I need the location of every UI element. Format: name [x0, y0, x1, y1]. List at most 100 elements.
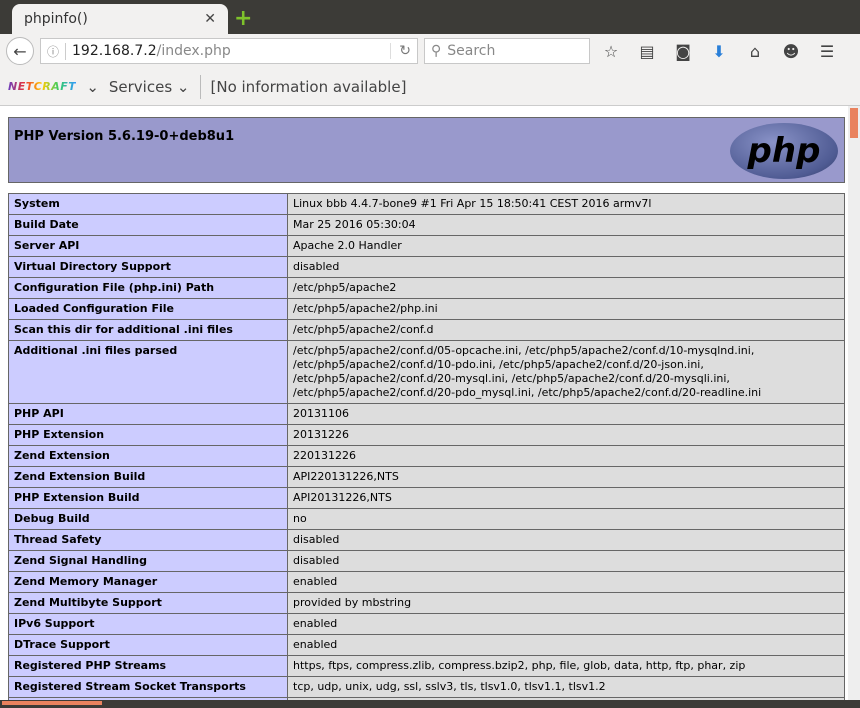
url-bar[interactable]: ⓘ 192.168.7.2/index.php ↻	[40, 38, 418, 64]
php-logo: php	[730, 123, 838, 179]
row-value: enabled	[287, 613, 845, 635]
row-key: Loaded Configuration File	[8, 298, 288, 320]
table-row: PHP API 20131106	[8, 403, 845, 425]
table-row: Thread Safety disabled	[8, 529, 845, 551]
row-key: Zend Extension Build	[8, 466, 288, 488]
table-row: Additional .ini files parsed/etc/php5/ap…	[8, 340, 845, 404]
row-key: Virtual Directory Support	[8, 256, 288, 278]
nav-bar: ← ⓘ 192.168.7.2/index.php ↻ ⚲ Search ☆ ▤…	[0, 34, 860, 68]
back-icon[interactable]: ←	[6, 37, 34, 65]
services-menu[interactable]: Services ⌄	[109, 78, 190, 96]
table-row: DTrace Support enabled	[8, 634, 845, 656]
netcraft-toolbar: NETCRAFT ⌄ Services ⌄ [No information av…	[0, 68, 860, 106]
row-key: Registered PHP Streams	[8, 655, 288, 677]
row-key: Registered Stream Socket Transports	[8, 676, 288, 698]
row-value: Linux bbb 4.4.7-bone9 #1 Fri Apr 15 18:5…	[287, 193, 845, 215]
table-row: Loaded Configuration File/etc/php5/apach…	[8, 298, 845, 320]
url-host: 192.168.7.2	[72, 43, 157, 59]
table-row: Debug Build no	[8, 508, 845, 530]
row-value: API20131226,NTS	[287, 487, 845, 509]
info-icon[interactable]: ⓘ	[47, 42, 67, 60]
row-value: 20131106	[287, 403, 845, 425]
reading-list-icon[interactable]: ▤	[632, 42, 662, 61]
bookmark-star-icon[interactable]: ☆	[596, 42, 626, 61]
row-key: Scan this dir for additional .ini files	[8, 319, 288, 341]
table-row: Zend Signal Handling disabled	[8, 550, 845, 572]
row-value: disabled	[287, 529, 845, 551]
close-tab-icon[interactable]: ✕	[204, 11, 216, 27]
table-row: Scan this dir for additional .ini files /…	[8, 319, 845, 341]
table-row: Zend Memory Manager enabled	[8, 571, 845, 593]
row-value: /etc/php5/apache2	[287, 277, 845, 299]
page-content: PHP Version 5.6.19-0+deb8u1 php System Li…	[0, 106, 848, 700]
row-key: Build Date	[8, 214, 288, 236]
row-key: Additional .ini files parsed	[8, 340, 288, 404]
services-label: Services	[108, 77, 173, 96]
table-row: Zend Extension Build API220131226,NTS	[8, 466, 845, 488]
scrollbar[interactable]	[848, 106, 860, 700]
row-key: Server API	[8, 235, 288, 257]
table-row: Configuration File (php.ini) Path/etc/ph…	[8, 277, 845, 299]
horizontal-scrollbar[interactable]	[0, 700, 860, 708]
horizontal-scrollbar-thumb[interactable]	[2, 701, 102, 705]
url-path: /index.php	[156, 43, 231, 59]
row-key: Zend Signal Handling	[8, 550, 288, 572]
row-value: disabled	[287, 256, 845, 278]
netcraft-logo[interactable]: NETCRAFT	[8, 80, 76, 93]
search-input[interactable]: ⚲ Search	[424, 38, 590, 64]
row-key: Configuration File (php.ini) Path	[8, 277, 288, 299]
row-key: IPv6 Support	[8, 613, 288, 635]
tab-bar: phpinfo() ✕ +	[0, 0, 860, 34]
reload-icon[interactable]: ↻	[390, 43, 411, 59]
row-value: 220131226	[287, 445, 845, 467]
info-table: System Linux bbb 4.4.7-bone9 #1 Fri Apr 1…	[8, 193, 845, 700]
table-row: Registered Stream Socket Transports tcp, …	[8, 676, 845, 698]
search-icon: ⚲	[431, 43, 442, 59]
table-row: PHP Extension Build API20131226,NTS	[8, 487, 845, 509]
row-value: /etc/php5/apache2/conf.d	[287, 319, 845, 341]
scrollbar-thumb[interactable]	[850, 108, 858, 138]
row-key: Zend Extension	[8, 445, 288, 467]
table-row: System Linux bbb 4.4.7-bone9 #1 Fri Apr 1…	[8, 193, 845, 215]
pocket-icon[interactable]: ◙	[668, 42, 698, 61]
tab-title: phpinfo()	[24, 11, 88, 27]
row-key: PHP Extension	[8, 424, 288, 446]
row-value: 20131226	[287, 424, 845, 446]
row-key: Zend Memory Manager	[8, 571, 288, 593]
tab-phpinfo[interactable]: phpinfo() ✕	[12, 4, 228, 34]
table-row: IPv6 Support enabled	[8, 613, 845, 635]
table-row: Registered PHP Streams https, ftps, compr…	[8, 655, 845, 677]
row-value: /etc/php5/apache2/php.ini	[287, 298, 845, 320]
row-value: no	[287, 508, 845, 530]
smiley-icon[interactable]: ☻	[776, 42, 806, 61]
home-icon[interactable]: ⌂	[740, 42, 770, 61]
table-row: Server API Apache 2.0 Handler	[8, 235, 845, 257]
table-row: Virtual Directory Support disabled	[8, 256, 845, 278]
table-row: Zend Extension 220131226	[8, 445, 845, 467]
row-value: https, ftps, compress.zlib, compress.bzi…	[287, 655, 845, 677]
divider	[199, 74, 201, 99]
row-value: /etc/php5/apache2/conf.d/05-opcache.ini,…	[287, 340, 845, 404]
row-key: DTrace Support	[8, 634, 288, 656]
row-key: Debug Build	[8, 508, 288, 530]
row-key: PHP API	[8, 403, 288, 425]
table-row: Build Date Mar 25 2016 05:30:04	[8, 214, 845, 236]
page-title: PHP Version 5.6.19-0+deb8u1	[14, 129, 235, 144]
row-value: tcp, udp, unix, udg, ssl, sslv3, tls, tl…	[287, 676, 845, 698]
row-value: enabled	[287, 634, 845, 656]
new-tab-icon[interactable]: +	[234, 6, 252, 31]
row-value: Apache 2.0 Handler	[287, 235, 845, 257]
table-row: PHP Extension 20131226	[8, 424, 845, 446]
netcraft-info: [No information available]	[210, 77, 407, 96]
row-key: Thread Safety	[8, 529, 288, 551]
row-value: disabled	[287, 550, 845, 572]
php-header: PHP Version 5.6.19-0+deb8u1 php	[8, 117, 845, 183]
row-key: System	[8, 193, 288, 215]
row-value: enabled	[287, 571, 845, 593]
menu-icon[interactable]: ☰	[812, 42, 842, 61]
table-row: Zend Multibyte Support provided by mbstri…	[8, 592, 845, 614]
row-key: Zend Multibyte Support	[8, 592, 288, 614]
chevron-down-icon[interactable]: ⌄	[86, 78, 99, 96]
row-value: Mar 25 2016 05:30:04	[287, 214, 845, 236]
download-icon[interactable]: ⬇	[704, 42, 734, 61]
